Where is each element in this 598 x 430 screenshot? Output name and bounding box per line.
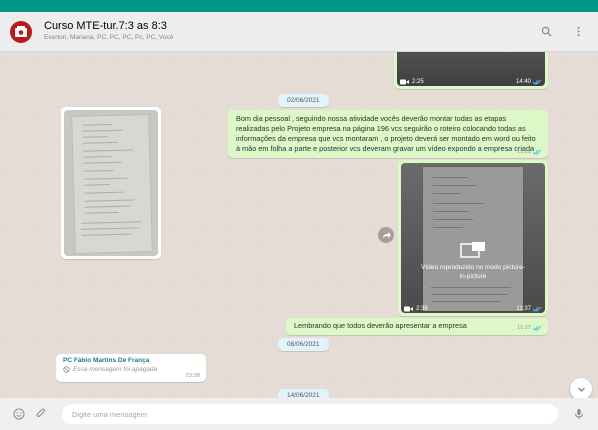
group-avatar-icon (15, 25, 27, 37)
chat-members: Everton, Mariana, PC, PC, PC, Pc, PC, Vo… (44, 34, 174, 41)
video-camera-icon (400, 79, 409, 85)
chat-header[interactable]: Curso MTE-tur.7:3 as 8:3 Everton, Marian… (0, 12, 598, 52)
document-photo[interactable] (64, 110, 158, 256)
search-icon[interactable] (536, 22, 556, 42)
message-time: 11:37 (516, 306, 531, 312)
read-ticks-icon (533, 79, 542, 85)
blocked-icon (63, 366, 70, 373)
video-duration: 2:25 (412, 79, 424, 85)
video-message[interactable]: 2:25 14:40 (394, 52, 548, 89)
message-text: Lembrando que todos deverão apresentar a… (294, 321, 467, 330)
paperclip-icon[interactable] (30, 403, 52, 425)
deleted-message[interactable]: PC Fábio Martins De França Essa mensagem… (56, 354, 206, 382)
text-message[interactable]: Bom dia pessoal , seguindo nossa ativida… (228, 110, 548, 158)
chat-title: Curso MTE-tur.7:3 as 8:3 (44, 20, 167, 32)
scroll-to-bottom-button[interactable] (570, 378, 592, 398)
date-chip: 08/06/2021 (278, 338, 329, 351)
date-chip: 02/06/2021 (278, 94, 329, 107)
sender-name[interactable]: PC Fábio Martins De França (63, 357, 199, 364)
message-time: 11:21 (516, 149, 531, 155)
message-time: 11:37 (516, 325, 531, 331)
read-ticks-icon (533, 149, 542, 155)
text-message[interactable]: Lembrando que todos deverão apresentar a… (286, 318, 548, 335)
chat-messages[interactable]: 2:25 14:40 02/06/2021 Bom dia pessoal , … (0, 52, 598, 398)
message-text: Bom dia pessoal , seguindo nossa ativida… (236, 114, 539, 153)
video-camera-icon (404, 306, 413, 312)
forward-icon (382, 231, 391, 238)
paper-sheet (72, 115, 152, 253)
video-duration: 2:38 (416, 306, 428, 312)
message-input[interactable] (62, 404, 558, 424)
group-avatar[interactable] (10, 20, 32, 43)
picture-in-picture-icon (460, 242, 485, 258)
chevron-down-icon (577, 387, 585, 392)
emoji-icon[interactable] (8, 403, 30, 425)
image-message[interactable] (61, 107, 161, 259)
top-accent-bar (0, 0, 598, 12)
message-time: 23:38 (185, 373, 200, 379)
pip-status-text: Vídeo reproduzido no modo picture-in-pic… (421, 264, 525, 280)
kebab-menu-icon[interactable] (568, 22, 588, 42)
message-time: 14:40 (515, 79, 531, 85)
chat-info[interactable]: Curso MTE-tur.7:3 as 8:3 Everton, Marian… (44, 20, 524, 43)
video-thumbnail[interactable]: Vídeo reproduzido no modo picture-in-pic… (401, 163, 545, 313)
forward-button[interactable] (378, 227, 394, 243)
read-ticks-icon (533, 325, 542, 331)
deleted-message-text: Essa mensagem foi apagada (73, 366, 158, 373)
microphone-icon[interactable] (568, 403, 590, 425)
message-composer (0, 398, 598, 430)
video-message[interactable]: Vídeo reproduzido no modo picture-in-pic… (398, 160, 548, 316)
read-ticks-icon (533, 306, 542, 312)
date-chip: 14/06/2021 (278, 389, 329, 398)
